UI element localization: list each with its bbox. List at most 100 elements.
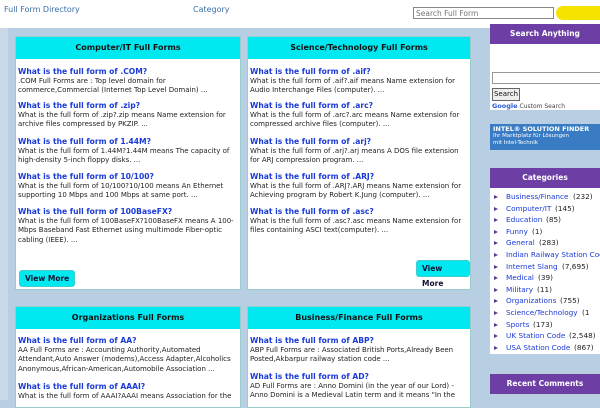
question-link[interactable]: What is the full form of ABP? bbox=[250, 336, 468, 346]
category-label[interactable]: Organizations bbox=[506, 296, 556, 305]
category-label[interactable]: Military bbox=[506, 285, 533, 294]
list-item: What is the full form of AA? AA Full For… bbox=[18, 336, 238, 374]
sidebar-category-item[interactable]: Military (11) bbox=[490, 285, 600, 297]
category-count: (755) bbox=[560, 296, 580, 306]
category-count: (85) bbox=[546, 215, 561, 225]
triangle-bullet-icon bbox=[494, 287, 498, 292]
category-label[interactable]: Science/Technology bbox=[506, 308, 578, 317]
list-item: What is the full form of .arc? What is t… bbox=[250, 101, 468, 130]
triangle-bullet-icon bbox=[494, 334, 498, 339]
list-item: What is the full form of .zip? What is t… bbox=[18, 101, 238, 130]
answer-text: What is the full form of .asc?.asc means… bbox=[250, 216, 462, 235]
category-label[interactable]: Business/Finance bbox=[506, 192, 569, 201]
list-item: What is the full form of AD? AD Full For… bbox=[250, 372, 468, 401]
categories-title: Categories bbox=[490, 168, 600, 188]
list-item: What is the full form of 1.44M? What is … bbox=[18, 137, 238, 166]
panel-title: Business/Finance Full Forms bbox=[248, 307, 470, 329]
question-link[interactable]: What is the full form of 10/100? bbox=[18, 172, 238, 182]
triangle-bullet-icon bbox=[494, 195, 498, 199]
category-label[interactable]: Sports bbox=[506, 320, 529, 329]
list-item: What is the full form of AAAI? What is t… bbox=[18, 382, 238, 401]
list-item: What is the full form of .ARJ? What is t… bbox=[250, 172, 468, 201]
category-label[interactable]: General bbox=[506, 238, 535, 247]
sidebar-category-item[interactable]: Funny (1) bbox=[490, 227, 600, 239]
category-count: (283) bbox=[539, 238, 559, 248]
triangle-bullet-icon bbox=[494, 229, 498, 234]
triangle-bullet-icon bbox=[494, 241, 498, 246]
recent-comments-title: Recent Comments bbox=[490, 374, 600, 394]
category-count: (173) bbox=[533, 319, 553, 329]
question-link[interactable]: What is the full form of .arj? bbox=[250, 137, 468, 147]
question-link[interactable]: What is the full form of .asc? bbox=[250, 207, 468, 217]
nav-category[interactable]: Category bbox=[193, 5, 230, 14]
question-link[interactable]: What is the full form of AA? bbox=[18, 336, 238, 346]
answer-text: What is the full form of 10/100?10/100 m… bbox=[18, 181, 224, 200]
panel-science-technology: Science/Technology Full Forms What is th… bbox=[247, 36, 471, 290]
sidebar-category-item[interactable]: General (283) bbox=[490, 238, 600, 250]
question-link[interactable]: What is the full form of .ARJ? bbox=[250, 172, 468, 182]
list-item: What is the full form of 100BaseFX? What… bbox=[18, 207, 238, 245]
intel-ad-banner[interactable]: INTEL® SOLUTION FINDER Ihr Marktplatz fü… bbox=[490, 124, 600, 150]
category-label[interactable]: Internet Slang bbox=[506, 262, 558, 271]
panel-title: Organizations Full Forms bbox=[16, 307, 240, 329]
category-count: (7,695) bbox=[562, 261, 589, 271]
view-more-button[interactable]: View More bbox=[19, 270, 76, 287]
sidebar-category-item[interactable]: Indian Railway Station Code bbox=[490, 250, 600, 262]
question-link[interactable]: What is the full form of .aif? bbox=[250, 67, 468, 77]
category-count: (11) bbox=[537, 284, 552, 294]
question-link[interactable]: What is the full form of AD? bbox=[250, 372, 468, 382]
list-item: What is the full form of .asc? What is t… bbox=[250, 207, 468, 236]
category-count: (2,548) bbox=[569, 331, 596, 341]
category-label[interactable]: Indian Railway Station Code bbox=[506, 250, 600, 259]
list-item: What is the full form of 10/100? What is… bbox=[18, 172, 238, 201]
panel-business-finance: Business/Finance Full Forms What is the … bbox=[247, 306, 471, 408]
category-count: (39) bbox=[538, 273, 553, 283]
question-link[interactable]: What is the full form of .arc? bbox=[250, 101, 468, 111]
answer-text: AD Full Forms are : Anno Domini (in the … bbox=[250, 381, 456, 400]
triangle-bullet-icon bbox=[494, 206, 498, 211]
category-label[interactable]: USA Station Code bbox=[506, 343, 570, 352]
category-count: (1 bbox=[582, 307, 590, 317]
sidebar-category-item[interactable]: Organizations (755) bbox=[490, 296, 600, 308]
triangle-bullet-icon bbox=[494, 299, 498, 304]
question-link[interactable]: What is the full form of .COM? bbox=[18, 67, 238, 77]
sidebar-category-item[interactable]: Science/Technology (1 bbox=[490, 308, 600, 320]
answer-text: What is the full form of AAAI?AAAI means… bbox=[18, 391, 232, 400]
category-label[interactable]: Education bbox=[506, 215, 542, 224]
triangle-bullet-icon bbox=[494, 310, 498, 315]
view-more-button[interactable]: View More bbox=[416, 260, 470, 288]
sidebar-category-item[interactable]: Business/Finance (232) bbox=[490, 192, 600, 204]
question-link[interactable]: What is the full form of AAAI? bbox=[18, 382, 238, 392]
list-item: What is the full form of .aif? What is t… bbox=[250, 67, 468, 96]
sidebar-search-input[interactable] bbox=[492, 72, 600, 84]
question-link[interactable]: What is the full form of .zip? bbox=[18, 101, 238, 111]
sidebar-category-item[interactable]: USA Station Code (867) bbox=[490, 343, 600, 355]
question-link[interactable]: What is the full form of 100BaseFX? bbox=[18, 207, 238, 217]
sidebar-category-item[interactable]: Sports (173) bbox=[490, 320, 600, 332]
sidebar-search-button[interactable]: Search bbox=[492, 88, 520, 101]
category-label[interactable]: Funny bbox=[506, 227, 528, 236]
sidebar-category-item[interactable]: UK Station Code (2,548) bbox=[490, 331, 600, 343]
sidebar-category-item[interactable]: Internet Slang (7,695) bbox=[490, 262, 600, 274]
category-label[interactable]: Medical bbox=[506, 273, 534, 282]
category-label[interactable]: Computer/IT bbox=[506, 204, 551, 213]
search-button[interactable] bbox=[556, 6, 600, 20]
category-list: Business/Finance (232) Computer/IT (145) Edu… bbox=[490, 192, 600, 354]
right-sidebar: Search Anything Search Google Custom Sea… bbox=[488, 24, 600, 400]
triangle-bullet-icon bbox=[494, 264, 498, 269]
panel-title: Science/Technology Full Forms bbox=[248, 37, 470, 59]
answer-text: What is the full form of .arc?.arc means… bbox=[250, 110, 460, 129]
answer-text: What is the full form of .ARJ?.ARJ means… bbox=[250, 181, 462, 200]
question-link[interactable]: What is the full form of 1.44M? bbox=[18, 137, 238, 147]
category-label[interactable]: UK Station Code bbox=[506, 331, 565, 340]
answer-text: What is the full form of 1.44M?1.44M mea… bbox=[18, 146, 230, 165]
nav-full-form-directory[interactable]: Full Form Directory bbox=[4, 5, 80, 14]
list-item: What is the full form of .arj? What is t… bbox=[250, 137, 468, 166]
sidebar-category-item[interactable]: Computer/IT (145) bbox=[490, 204, 600, 216]
sidebar-category-item[interactable]: Education (85) bbox=[490, 215, 600, 227]
search-input[interactable] bbox=[413, 7, 554, 19]
list-item: What is the full form of .COM? .COM Full… bbox=[18, 67, 238, 96]
answer-text: What is the full form of .aif?.aif means… bbox=[250, 76, 456, 95]
triangle-bullet-icon bbox=[494, 345, 498, 350]
sidebar-category-item[interactable]: Medical (39) bbox=[490, 273, 600, 285]
